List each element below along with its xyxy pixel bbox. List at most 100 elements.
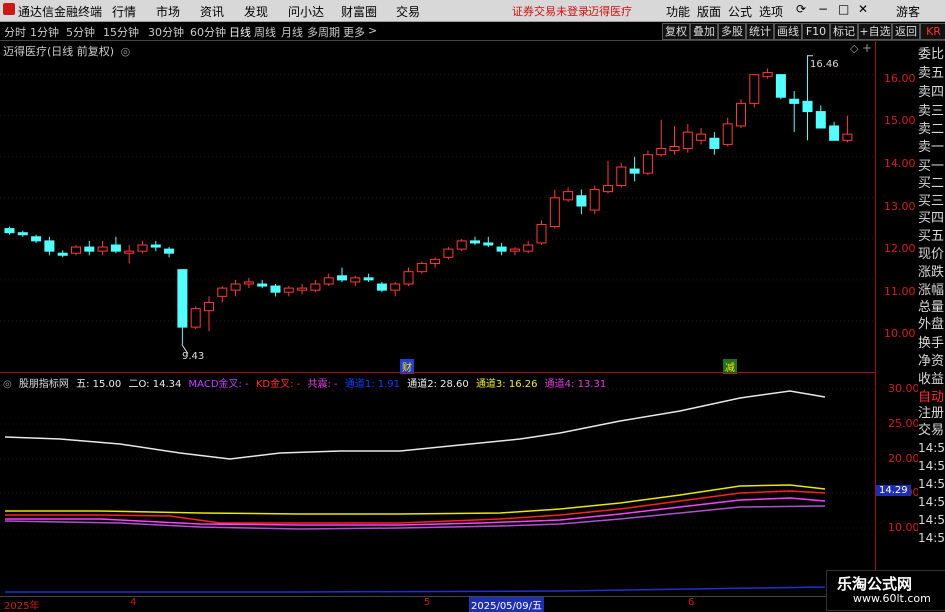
period-more[interactable]: 更多 <box>343 24 365 40</box>
candle <box>416 261 427 274</box>
candle <box>509 247 520 256</box>
time-row: 14:56 <box>918 531 945 545</box>
date-label: 4 <box>130 597 137 608</box>
auto-button[interactable]: 自动 <box>918 386 945 405</box>
menu-banmian[interactable]: 版面 <box>697 3 721 20</box>
indicator-chart[interactable] <box>0 373 875 596</box>
candle-body <box>217 287 228 297</box>
menu-shichang[interactable]: 市场 <box>156 3 180 20</box>
minimize-icon[interactable]: − <box>818 2 828 16</box>
close-icon[interactable]: ✕ <box>858 2 868 16</box>
guest-label[interactable]: 游客 <box>896 3 920 20</box>
period-30min[interactable]: 30分钟 <box>148 24 184 40</box>
candle-body <box>177 269 188 328</box>
login-warning[interactable]: 证券交易未登录 <box>512 3 589 19</box>
quote-turnover: 换手 <box>918 336 945 351</box>
period-60min[interactable]: 60分钟 <box>190 24 226 40</box>
candle-body <box>616 166 627 186</box>
tab-tongji[interactable]: 统计 <box>746 23 774 40</box>
maximize-icon[interactable]: □ <box>838 2 849 16</box>
candle <box>217 286 228 303</box>
candle-body <box>842 133 853 141</box>
kr-tab[interactable]: KR <box>920 23 945 40</box>
candle-body <box>416 262 427 273</box>
candle <box>4 226 15 235</box>
tab-fanhui[interactable]: 返回 <box>892 23 920 40</box>
period-fenshi[interactable]: 分时 <box>4 24 26 40</box>
candle <box>190 306 201 330</box>
candle <box>629 156 640 182</box>
menu-jiaoyi[interactable]: 交易 <box>396 3 420 20</box>
watermark-line2: www.60lt.com <box>853 592 931 605</box>
candle <box>549 189 560 229</box>
tab-duogu[interactable]: 多股 <box>718 23 746 40</box>
period-monthly[interactable]: 月线 <box>281 24 303 40</box>
period-multi[interactable]: 多周期 <box>307 24 340 40</box>
time-row: 14:56 <box>918 459 945 473</box>
candle-body <box>736 102 746 127</box>
candle <box>815 105 826 129</box>
period-daily[interactable]: 日线 <box>229 24 251 40</box>
menu-zixun[interactable]: 资讯 <box>200 3 224 20</box>
menu-xuanxiang[interactable]: 选项 <box>759 3 783 20</box>
candle <box>736 99 746 128</box>
tab-f10[interactable]: F10 <box>802 23 830 40</box>
candle-body <box>642 154 653 174</box>
candle-body <box>669 145 680 152</box>
time-row: 14:56 <box>918 441 945 455</box>
candlestick-chart[interactable] <box>0 40 875 372</box>
candle-body <box>470 240 480 244</box>
low-price-label: 9.43 <box>182 351 205 362</box>
price-tick: 12.00 <box>884 242 916 255</box>
candle-body <box>57 252 68 256</box>
candle <box>696 128 707 145</box>
candle-body <box>629 168 640 174</box>
candle <box>84 240 95 256</box>
candle-body <box>350 277 361 283</box>
menu-hangqing[interactable]: 行情 <box>112 3 136 20</box>
trade-button[interactable]: 交易 <box>918 421 945 440</box>
quote-weibi: 委比 <box>918 47 945 62</box>
candle-body <box>775 74 786 98</box>
menu-gongneng[interactable]: 功能 <box>666 3 690 20</box>
current-value-tag: 14.29 <box>876 485 911 496</box>
candle-body <box>124 250 135 254</box>
tab-fuquan[interactable]: 复权 <box>662 23 690 40</box>
quote-sell3: 卖三 <box>918 104 945 119</box>
tab-diejia[interactable]: 叠加 <box>690 23 718 40</box>
tab-biaoji[interactable]: 标记 <box>830 23 858 40</box>
price-tick: 10.00 <box>884 327 916 340</box>
candle <box>616 162 627 188</box>
menu-caifuquan[interactable]: 财富圈 <box>341 3 377 20</box>
stock-link[interactable]: 迈得医疗 <box>588 3 632 19</box>
candle-body <box>71 246 81 254</box>
yellow-line <box>5 484 826 515</box>
refresh-icon[interactable]: ⟳ <box>796 2 806 16</box>
candle-body <box>576 195 587 207</box>
candle-body <box>110 244 121 252</box>
quote-price: 现价 <box>918 247 945 262</box>
tab-huaxian[interactable]: 画线 <box>774 23 802 40</box>
candle <box>164 247 175 258</box>
period-1min[interactable]: 1分钟 <box>30 24 59 40</box>
candle <box>376 281 387 293</box>
candle <box>603 160 613 194</box>
period-15min[interactable]: 15分钟 <box>103 24 139 40</box>
period-weekly[interactable]: 周线 <box>254 24 276 40</box>
candle-body <box>696 133 707 141</box>
quote-buy5: 买五 <box>918 229 945 244</box>
menu-wenxiaoda[interactable]: 问小达 <box>288 3 324 20</box>
candle-body <box>17 232 28 236</box>
watermark-logo: 乐淘公式网 www.60lt.com <box>826 570 945 611</box>
period-bar: 分时 1分钟 5分钟 15分钟 30分钟 60分钟 日线 周线 月线 多周期 更… <box>0 22 945 41</box>
menu-gongshi[interactable]: 公式 <box>728 3 752 20</box>
candle-body <box>496 246 507 252</box>
candle-body <box>137 244 148 252</box>
period-5min[interactable]: 5分钟 <box>66 24 95 40</box>
candle-body <box>523 244 534 252</box>
menu-faxian[interactable]: 发现 <box>244 3 268 20</box>
date-axis[interactable]: 2025年 4 5 2025/05/09/五 6 <box>0 596 945 612</box>
quote-side-panel: 委比 卖五 卖四 卖三 卖二 卖一 买一 买二 买三 买四 买五 现价 涨跌 涨… <box>918 43 945 609</box>
tab-add-favorite[interactable]: +自选 <box>858 23 892 40</box>
candle <box>363 273 374 282</box>
